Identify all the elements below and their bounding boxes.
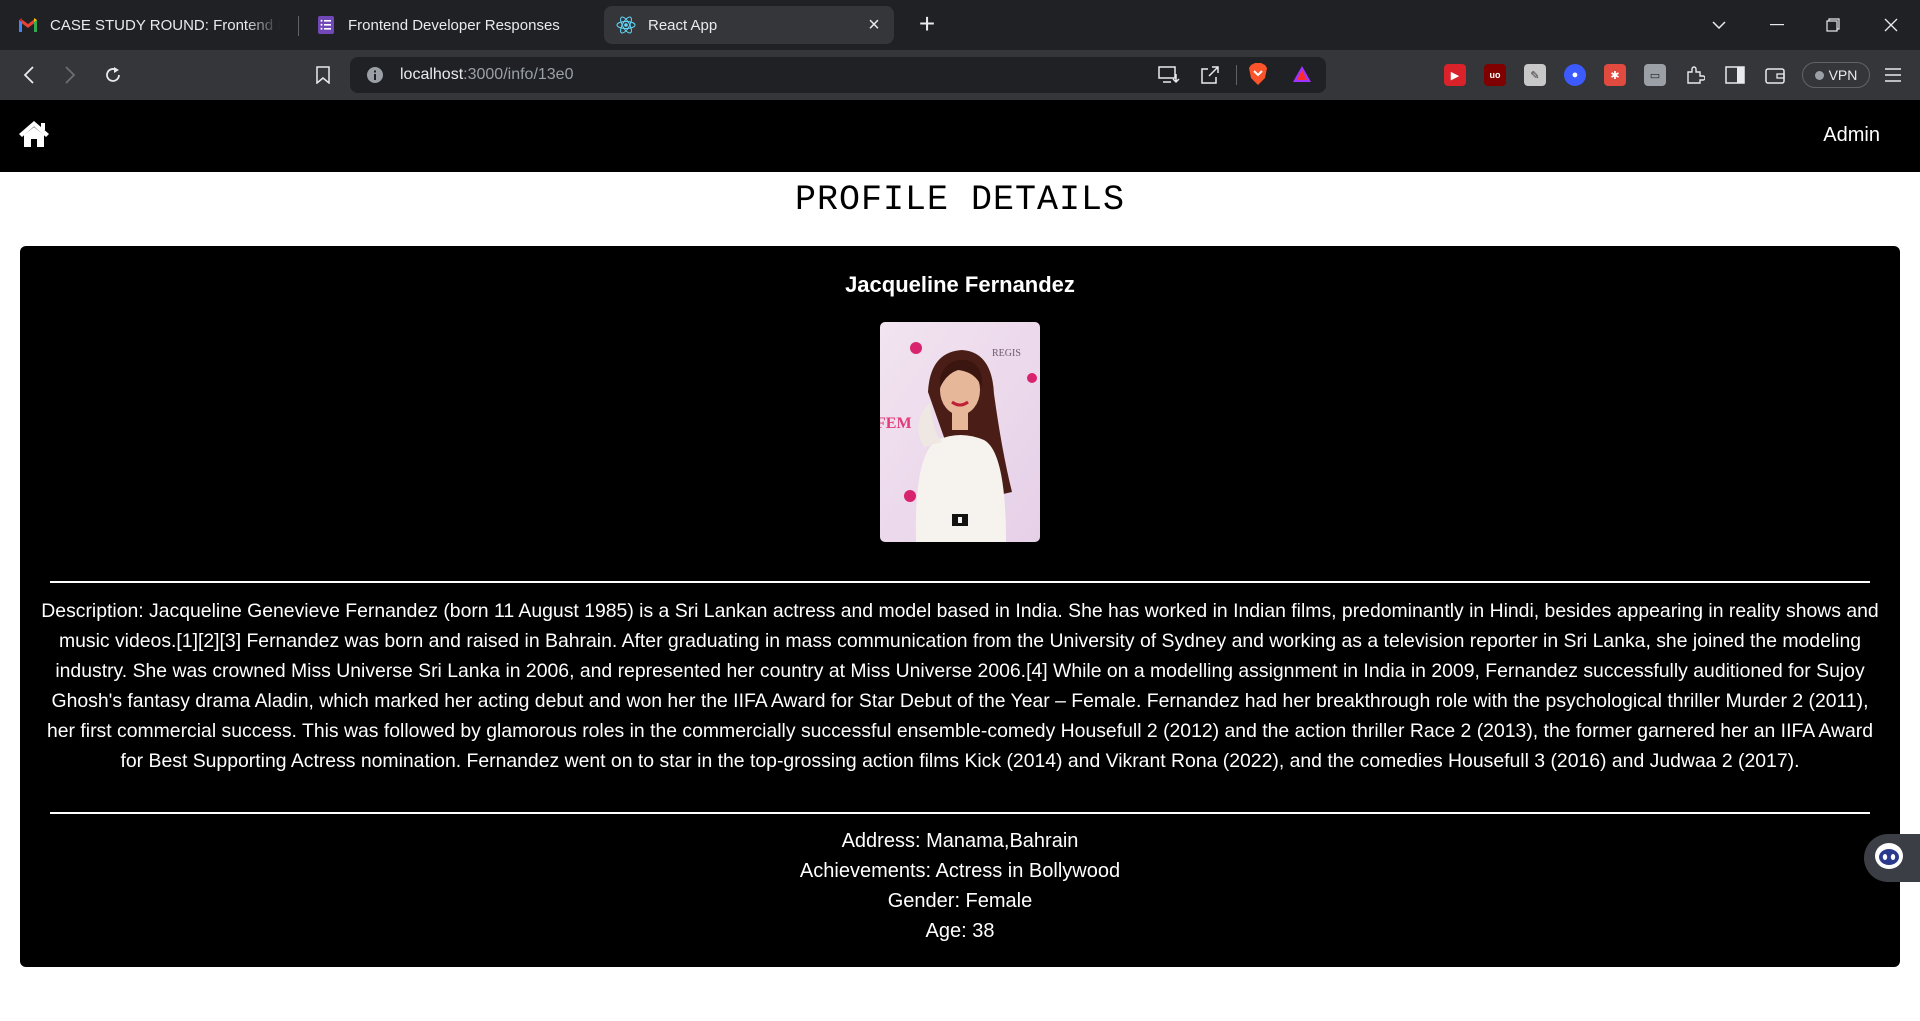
brave-shields-icon[interactable] — [1248, 63, 1268, 91]
vpn-button[interactable]: VPN — [1802, 62, 1870, 88]
brave-rewards-icon[interactable] — [1292, 65, 1312, 88]
tab-gmail[interactable]: CASE STUDY ROUND: Frontend Developer — [6, 6, 292, 44]
back-icon[interactable] — [14, 60, 44, 90]
url-text: localhost:3000/info/13e0 — [400, 66, 573, 84]
profile-description: Description: Jacqueline Genevieve Fernan… — [41, 600, 1879, 773]
extension-window-icon[interactable]: ▭ — [1644, 64, 1666, 86]
browser-toolbar: localhost:3000/info/13e0 ▶ uo ✎ ● ✱ ▭ VP… — [0, 50, 1920, 100]
vpn-status-icon — [1814, 70, 1824, 80]
new-tab-icon[interactable]: + — [912, 10, 942, 40]
extensions-icon[interactable] — [1684, 64, 1706, 86]
divider — [50, 581, 1870, 583]
forward-icon[interactable] — [55, 60, 85, 90]
divider — [50, 812, 1870, 814]
forms-icon — [316, 15, 336, 35]
assistant-bot-button[interactable] — [1864, 834, 1920, 882]
extension-bug-icon[interactable]: ✱ — [1604, 64, 1626, 86]
profile-name: Jacqueline Fernandez — [845, 272, 1075, 297]
reload-icon[interactable] — [98, 60, 128, 90]
profile-address: Address: Manama,Bahrain — [841, 830, 1079, 852]
profile-age: Age: 38 — [925, 920, 995, 942]
bookmark-icon[interactable] — [308, 60, 338, 90]
tab-title: CASE STUDY ROUND: Frontend Developer — [50, 16, 280, 34]
tab-react-app[interactable]: React App × — [604, 6, 894, 44]
profile-photo: REGIS FEM — [880, 322, 1040, 542]
share-icon[interactable] — [1200, 65, 1220, 90]
app-navbar: Admin — [0, 100, 1920, 172]
profile-fields: Address: Manama,Bahrain Achievements: Ac… — [20, 826, 1900, 946]
admin-link[interactable]: Admin — [1823, 124, 1880, 147]
url-path: :3000/info/13e0 — [463, 66, 574, 83]
wallet-icon[interactable] — [1764, 64, 1786, 86]
url-separator — [1236, 65, 1237, 85]
close-tab-icon[interactable]: × — [864, 15, 884, 35]
site-info-icon[interactable] — [366, 66, 384, 89]
tab-title: Frontend Developer Responses — [348, 16, 560, 34]
react-icon — [616, 15, 636, 35]
tab-search-chevron-icon[interactable] — [1704, 10, 1734, 40]
extension-video-icon[interactable]: ▶ — [1444, 64, 1466, 86]
tab-forms[interactable]: Frontend Developer Responses — [304, 6, 594, 44]
sidebar-icon[interactable] — [1724, 64, 1746, 86]
minimize-icon[interactable] — [1762, 10, 1792, 40]
address-bar[interactable]: localhost:3000/info/13e0 — [350, 57, 1326, 93]
profile-card: Jacqueline Fernandez REGIS FEM Descripti… — [20, 246, 1900, 967]
gmail-icon — [18, 15, 38, 35]
install-app-icon[interactable] — [1158, 65, 1180, 90]
ublock-origin-icon[interactable]: uo — [1484, 64, 1506, 86]
svg-text:REGIS: REGIS — [992, 348, 1021, 359]
tab-title: React App — [648, 16, 718, 34]
browser-tab-strip: CASE STUDY ROUND: Frontend Developer Fro… — [0, 0, 1920, 50]
url-host: localhost — [400, 66, 464, 83]
profile-gender: Gender: Female — [887, 890, 1033, 912]
menu-icon[interactable] — [1882, 64, 1904, 86]
home-icon[interactable] — [18, 120, 50, 150]
svg-text:FEM: FEM — [880, 415, 912, 432]
bot-icon — [1874, 842, 1904, 875]
close-window-icon[interactable] — [1876, 10, 1906, 40]
vpn-label: VPN — [1828, 67, 1858, 83]
page-title: PROFILE DETAILS — [794, 180, 1126, 220]
restore-icon[interactable] — [1818, 10, 1848, 40]
extension-bot-icon[interactable]: ● — [1564, 64, 1586, 86]
profile-achievements: Achievements: Actress in Bollywood — [799, 860, 1121, 882]
extension-puzzle-piece-icon[interactable]: ✎ — [1524, 64, 1546, 86]
tab-separator — [298, 16, 299, 36]
